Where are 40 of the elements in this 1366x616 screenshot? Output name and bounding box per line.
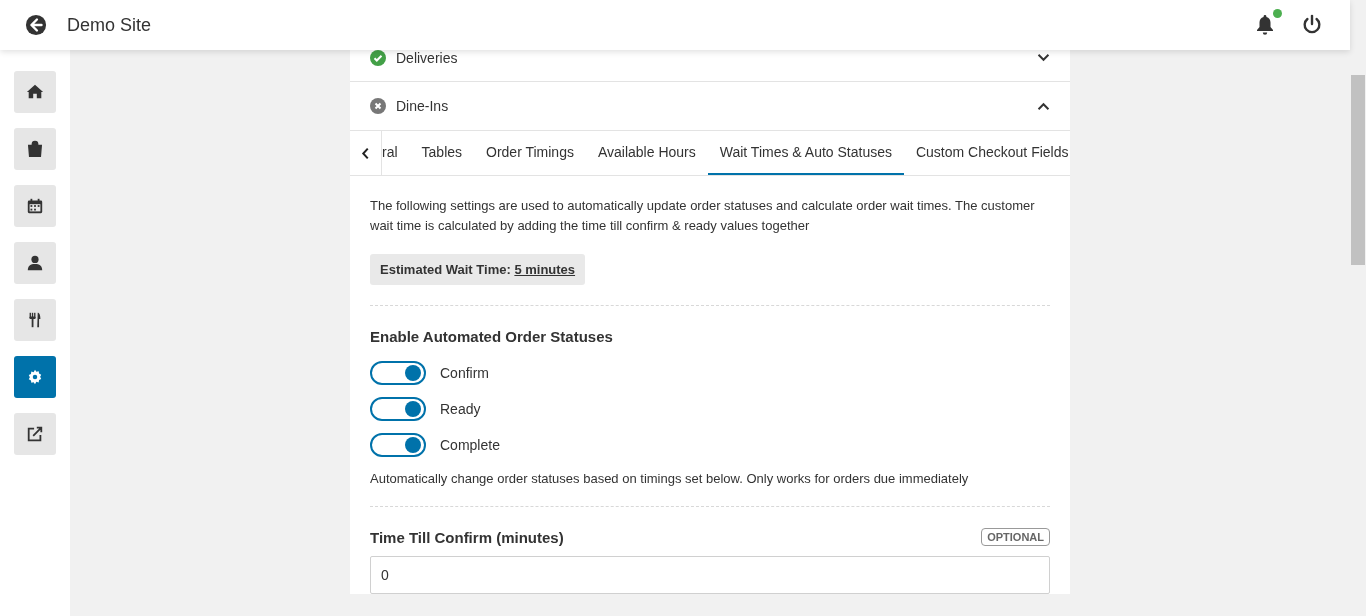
toggle-switch[interactable] [370, 361, 426, 385]
external-link-icon [26, 425, 44, 443]
gear-icon [26, 368, 44, 386]
nav-button[interactable] [14, 413, 56, 455]
tab[interactable]: Custom Checkout Fields [903, 131, 1070, 175]
nav-button[interactable] [14, 356, 56, 398]
field-label: Time Till Confirm (minutes) [370, 528, 564, 546]
shopping-bag-icon [26, 140, 44, 158]
calendar-icon [26, 197, 44, 215]
nav-button[interactable] [14, 242, 56, 284]
tab[interactable]: Tables [409, 131, 475, 175]
chevron-left-icon [361, 146, 370, 160]
input-field[interactable]: 0 [370, 556, 1050, 594]
toggle-switch[interactable] [370, 397, 426, 421]
section-heading: Enable Automated Order Statuses [370, 328, 614, 345]
accordion-header[interactable]: Deliveries [350, 50, 1070, 82]
tab[interactable]: Available Hours [585, 131, 708, 175]
tab[interactable]: Wait Times & Auto Statuses [707, 131, 904, 175]
toggle-label: Complete [440, 437, 500, 453]
bell-icon[interactable] [1255, 14, 1275, 36]
site-title: Demo Site [67, 14, 152, 36]
help-text: Automatically change order statuses based on timings set below. Only works for orders due immediately [370, 471, 970, 486]
power-icon[interactable] [1301, 14, 1323, 36]
user-icon [26, 254, 44, 272]
optional-badge: OPTIONAL [981, 528, 1050, 546]
nav-button[interactable] [14, 71, 56, 113]
toggle-switch[interactable] [370, 433, 426, 457]
tab[interactable]: ral [382, 131, 410, 175]
description-text: The following settings are used to automatically update order statuses and calculate order wait times. The customer wait time is calculated by adding the time till confirm & ready values together [370, 197, 1036, 235]
tab[interactable]: Order Timings [474, 131, 586, 175]
toggle-label: Ready [440, 401, 481, 417]
nav-button[interactable] [14, 185, 56, 227]
estimated-wait-time: Estimated Wait Time: 5 minutes [370, 254, 586, 285]
nav-button[interactable] [14, 299, 56, 341]
chevron-up-icon [1037, 101, 1050, 111]
chevron-down-icon [1037, 53, 1050, 62]
accordion-header[interactable]: Dine-Ins [350, 82, 1070, 131]
nav-button[interactable] [14, 128, 56, 170]
toggle-label: Confirm [440, 365, 489, 381]
home-icon [26, 83, 44, 101]
